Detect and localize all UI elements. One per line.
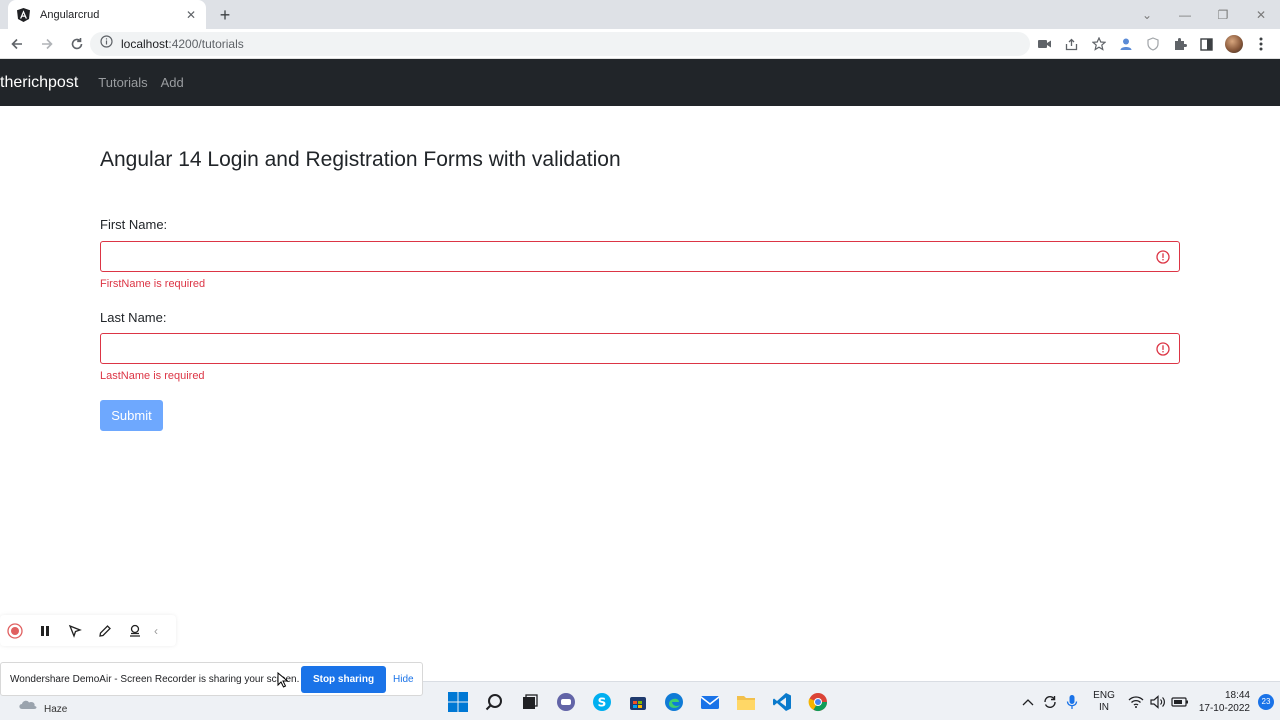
extensions-puzzle-icon[interactable]: [1168, 32, 1191, 56]
nav-link-add[interactable]: Add: [161, 75, 184, 90]
chat-icon[interactable]: [554, 690, 578, 714]
taskbar-apps: S: [446, 690, 830, 714]
input-language[interactable]: ENG IN: [1093, 690, 1115, 714]
minimize-button[interactable]: —: [1166, 8, 1204, 22]
store-icon[interactable]: [626, 690, 650, 714]
side-panel-icon[interactable]: [1195, 32, 1218, 56]
clock[interactable]: 18:44 17-10-2022: [1199, 689, 1250, 715]
mail-icon[interactable]: [698, 690, 722, 714]
volume-icon[interactable]: [1147, 691, 1169, 713]
navbar-brand[interactable]: therichpost: [0, 74, 78, 92]
invalid-alert-icon: [1156, 342, 1170, 356]
extension-account-icon[interactable]: [1114, 32, 1137, 56]
first-name-error: FirstName is required: [100, 278, 206, 290]
show-hidden-icons-chevron-icon[interactable]: [1017, 691, 1039, 713]
last-name-label: Last Name:: [100, 310, 167, 325]
windows-start-icon[interactable]: [446, 690, 470, 714]
screen-sharing-notice: Wondershare DemoAir - Screen Recorder is…: [0, 662, 423, 696]
mouse-pointer-icon: [277, 671, 289, 688]
tab-search-icon[interactable]: ⌄: [1128, 8, 1166, 22]
toolbar-actions: [1033, 32, 1272, 56]
notification-badge[interactable]: 23: [1258, 693, 1274, 710]
weather-widget[interactable]: Haze: [18, 696, 67, 715]
first-name-label: First Name:: [100, 217, 168, 232]
system-tray: ENG IN 18:44 17-10-2022 23: [1017, 682, 1280, 721]
tab-close-icon[interactable]: ✕: [184, 8, 198, 22]
edge-browser-icon[interactable]: [662, 690, 686, 714]
angular-logo-icon: [16, 7, 30, 22]
pen-icon[interactable]: [90, 615, 120, 646]
last-name-error: LastName is required: [100, 370, 205, 382]
record-icon[interactable]: [0, 615, 30, 646]
skype-icon[interactable]: S: [590, 690, 614, 714]
file-explorer-icon[interactable]: [734, 690, 758, 714]
vscode-icon[interactable]: [770, 690, 794, 714]
shield-extension-icon[interactable]: [1141, 32, 1164, 56]
first-name-input[interactable]: [100, 241, 1180, 272]
window-controls: ⌄ — ❐ ✕: [1128, 0, 1280, 29]
address-bar[interactable]: localhost:4200/tutorials: [90, 32, 1030, 56]
site-info-icon[interactable]: [100, 35, 113, 53]
sync-icon[interactable]: [1039, 691, 1061, 713]
recorder-toolbar: ‹: [0, 615, 176, 646]
sharing-notice-text: Wondershare DemoAir - Screen Recorder is…: [10, 673, 300, 685]
svg-text:S: S: [598, 696, 607, 710]
invalid-alert-icon: [1156, 250, 1170, 264]
share-icon[interactable]: [1060, 32, 1083, 56]
weather-text: Haze: [44, 704, 68, 715]
forward-icon[interactable]: [34, 31, 60, 57]
restore-button[interactable]: ❐: [1204, 8, 1242, 22]
more-menu-icon[interactable]: [1249, 32, 1272, 56]
browser-tab[interactable]: Angularcrud ✕: [8, 0, 206, 29]
browser-tab-strip: Angularcrud ✕ + ⌄ — ❐ ✕: [0, 0, 1280, 29]
microphone-icon[interactable]: [1061, 691, 1083, 713]
wifi-icon[interactable]: [1125, 691, 1147, 713]
browser-toolbar: localhost:4200/tutorials: [0, 29, 1280, 59]
submit-button[interactable]: Submit: [100, 400, 163, 431]
bookmark-star-icon[interactable]: [1087, 32, 1110, 56]
chrome-icon[interactable]: [806, 690, 830, 714]
tab-title: Angularcrud: [40, 8, 100, 21]
pause-icon[interactable]: [30, 615, 60, 646]
back-icon[interactable]: [4, 31, 30, 57]
last-name-input[interactable]: [100, 333, 1180, 364]
profile-avatar[interactable]: [1222, 32, 1245, 56]
camera-icon[interactable]: [1033, 32, 1056, 56]
app-navbar: therichpost Tutorials Add: [0, 59, 1280, 106]
search-icon[interactable]: [482, 690, 506, 714]
hide-button[interactable]: Hide: [393, 666, 414, 693]
new-tab-button[interactable]: +: [214, 4, 236, 26]
stamp-icon[interactable]: [120, 615, 150, 646]
url-text: localhost:4200/tutorials: [121, 37, 244, 51]
task-view-icon[interactable]: [518, 690, 542, 714]
close-window-button[interactable]: ✕: [1242, 8, 1280, 22]
collapse-icon[interactable]: ‹: [154, 624, 158, 638]
pointer-icon[interactable]: [60, 615, 90, 646]
battery-icon[interactable]: [1169, 691, 1191, 713]
page-title: Angular 14 Login and Registration Forms …: [100, 148, 621, 171]
haze-cloud-icon: [18, 697, 38, 715]
stop-sharing-button[interactable]: Stop sharing: [301, 666, 386, 693]
nav-link-tutorials[interactable]: Tutorials: [98, 75, 147, 90]
reload-icon[interactable]: [64, 31, 90, 57]
